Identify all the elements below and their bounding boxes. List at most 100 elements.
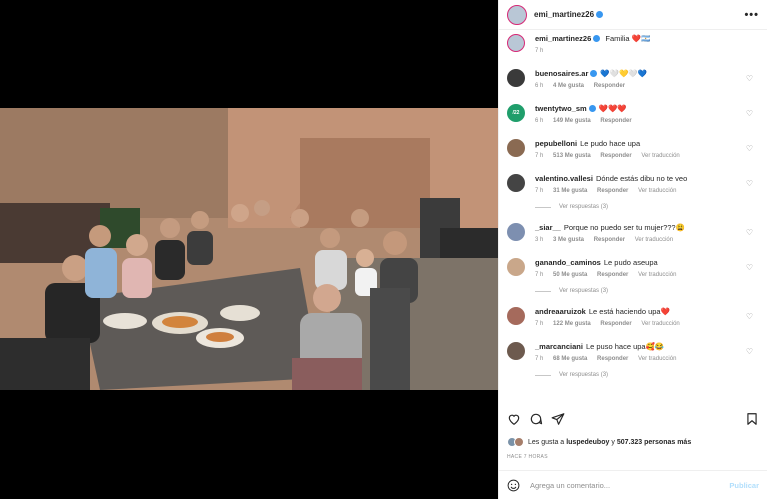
- share-button[interactable]: [551, 412, 565, 426]
- view-replies-button[interactable]: Ver respuestas (3): [535, 204, 759, 210]
- post-media-pane: [0, 0, 498, 499]
- family-dinner-photo: [0, 108, 498, 390]
- reply-button[interactable]: Responder: [600, 118, 631, 124]
- author-avatar[interactable]: [507, 4, 527, 25]
- comment-time: 3 h: [535, 237, 544, 243]
- caption: emi_martinez26 Familia ❤️🇦🇷 7 h: [507, 33, 759, 54]
- reply-button[interactable]: Responder: [597, 272, 628, 278]
- liker-avatar: [514, 437, 524, 447]
- commenter-username[interactable]: andreaaruizok: [535, 307, 586, 316]
- commenter-username[interactable]: buenosaires.ar: [535, 69, 598, 78]
- avatar-text: /22: [512, 110, 520, 116]
- commenter-username[interactable]: pepubelloni: [535, 139, 577, 148]
- like-button[interactable]: [507, 412, 521, 426]
- comment-item: buenosaires.ar 💙🤍💛🤍💙 6 h 4 Me gusta Respo…: [507, 68, 759, 89]
- paper-plane-icon: [551, 413, 565, 425]
- translate-link[interactable]: Ver traducción: [638, 356, 676, 362]
- reply-button[interactable]: Responder: [594, 83, 625, 89]
- comment-time: 7 h: [535, 356, 544, 362]
- author-username[interactable]: emi_martinez26: [534, 10, 604, 19]
- comment-like-heart-icon[interactable]: ♡: [746, 228, 753, 237]
- caption-emoji: ❤️🇦🇷: [631, 34, 651, 43]
- translate-link[interactable]: Ver traducción: [638, 188, 676, 194]
- verified-badge-icon: [593, 35, 601, 42]
- comment-likes[interactable]: 68 Me gusta: [553, 356, 587, 362]
- comment-like-heart-icon[interactable]: ♡: [746, 74, 753, 83]
- comment-time: 7 h: [535, 188, 544, 194]
- commenter-username[interactable]: ganando_caminos: [535, 258, 601, 267]
- comment-item: pepubelloni Le pudo hace upa 7 h 513 Me g…: [507, 138, 759, 159]
- comment-icon: [530, 413, 543, 425]
- translate-link[interactable]: Ver traducción: [641, 153, 679, 159]
- commenter-avatar[interactable]: /22: [507, 104, 525, 122]
- reply-button[interactable]: Responder: [600, 153, 631, 159]
- comment-item: andreaaruizok Le está haciendo upa❤️ 7 h …: [507, 306, 759, 327]
- likes-user-link[interactable]: luspedeuboy: [566, 439, 609, 446]
- comment-text: 💙🤍💛🤍💙: [600, 69, 648, 78]
- comment-like-heart-icon[interactable]: ♡: [746, 263, 753, 272]
- emoji-icon[interactable]: [507, 479, 520, 492]
- comment-time: 6 h: [535, 118, 544, 124]
- comment-button[interactable]: [529, 412, 543, 426]
- comment-like-heart-icon[interactable]: ♡: [746, 179, 753, 188]
- comment-like-heart-icon[interactable]: ♡: [746, 312, 753, 321]
- commenter-avatar[interactable]: [507, 174, 525, 192]
- add-comment-bar: Publicar: [499, 470, 767, 499]
- commenter-avatar[interactable]: [507, 342, 525, 360]
- comment-like-heart-icon[interactable]: ♡: [746, 347, 753, 356]
- comment-likes[interactable]: 122 Me gusta: [553, 321, 591, 327]
- more-options-icon[interactable]: •••: [744, 9, 759, 21]
- view-replies-button[interactable]: Ver respuestas (3): [535, 288, 759, 294]
- author-avatar[interactable]: [507, 34, 525, 52]
- verified-badge-icon: [588, 105, 596, 112]
- bookmark-icon: [747, 413, 757, 425]
- publish-button[interactable]: Publicar: [729, 481, 759, 490]
- save-button[interactable]: [745, 412, 759, 426]
- reply-button[interactable]: Responder: [600, 321, 631, 327]
- reply-button[interactable]: Responder: [597, 356, 628, 362]
- commenter-username[interactable]: _marcanciani: [535, 342, 583, 351]
- commenter-avatar[interactable]: [507, 69, 525, 87]
- comment-time: 7 h: [535, 321, 544, 327]
- comment-item: _marcanciani Le puso hace upa🥰😂 7 h 68 Me…: [507, 341, 759, 362]
- translate-link[interactable]: Ver traducción: [641, 321, 679, 327]
- comment-input[interactable]: [530, 480, 730, 490]
- likes-middle: y: [611, 438, 615, 446]
- view-replies-button[interactable]: Ver respuestas (3): [535, 372, 759, 378]
- comment-like-heart-icon[interactable]: ♡: [746, 109, 753, 118]
- comment-likes[interactable]: 149 Me gusta: [553, 118, 591, 124]
- comment-likes[interactable]: 513 Me gusta: [553, 153, 591, 159]
- comment-likes[interactable]: 4 Me gusta: [553, 83, 584, 89]
- comment-like-heart-icon[interactable]: ♡: [746, 144, 753, 153]
- comments-list[interactable]: emi_martinez26 Familia ❤️🇦🇷 7 h buenosai…: [499, 33, 767, 405]
- likes-count-link[interactable]: 507.323 personas más: [617, 439, 691, 446]
- commenter-avatar[interactable]: [507, 258, 525, 276]
- comment-text: Le puso hace upa🥰😂: [585, 342, 665, 351]
- translate-link[interactable]: Ver traducción: [638, 272, 676, 278]
- caption-username[interactable]: emi_martinez26: [535, 34, 601, 43]
- reply-button[interactable]: Responder: [594, 237, 625, 243]
- commenter-avatar[interactable]: [507, 307, 525, 325]
- post-sidebar: emi_martinez26 ••• emi_martinez26 Famili…: [498, 0, 767, 499]
- comment-likes[interactable]: 50 Me gusta: [553, 272, 587, 278]
- comment-item: valentino.vallesi Dónde estás dibu no te …: [507, 173, 759, 194]
- commenter-username[interactable]: _siar__: [535, 223, 561, 232]
- reply-button[interactable]: Responder: [597, 188, 628, 194]
- commenter-avatar[interactable]: [507, 223, 525, 241]
- commenter-username[interactable]: twentytwo_sm: [535, 104, 596, 113]
- comment-time: 6 h: [535, 83, 544, 89]
- verified-badge-icon: [590, 70, 598, 77]
- comment-text: Porque no puedo ser tu mujer???😩: [563, 223, 685, 232]
- post-time-ago: HACE 7 HORAS: [507, 454, 548, 460]
- comment-text: Le pudo hace upa: [580, 139, 641, 148]
- comment-text: Le pudo aseupa: [603, 258, 658, 267]
- post-photo[interactable]: [0, 108, 498, 390]
- comment-likes[interactable]: 3 Me gusta: [553, 237, 584, 243]
- comment-time: 7 h: [535, 272, 544, 278]
- translate-link[interactable]: Ver traducción: [635, 237, 673, 243]
- comment-item: _siar__ Porque no puedo ser tu mujer???😩 …: [507, 222, 759, 243]
- commenter-username[interactable]: valentino.vallesi: [535, 174, 593, 183]
- commenter-avatar[interactable]: [507, 139, 525, 157]
- comment-likes[interactable]: 31 Me gusta: [553, 188, 587, 194]
- comment-item: ganando_caminos Le pudo aseupa 7 h 50 Me …: [507, 257, 759, 278]
